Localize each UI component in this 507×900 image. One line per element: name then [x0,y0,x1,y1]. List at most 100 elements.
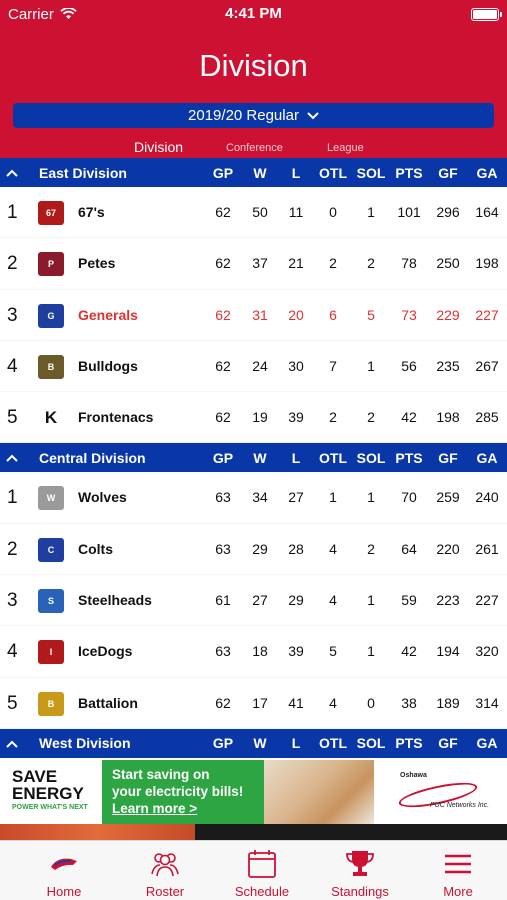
stat-ga: 164 [475,204,499,220]
team-rank: 2 [7,253,18,275]
ad-learn-more-link[interactable]: Learn more > [112,801,197,816]
tab-conference[interactable]: Conference [226,142,283,154]
team-row[interactable]: 4 B Bulldogs 62 24 30 7 1 56 235 267 [0,341,507,393]
ad-cta-line1: Start saving on [112,767,210,782]
stat-pts: 78 [401,255,417,272]
tab-schedule-label: Schedule [234,884,290,899]
stat-pts: 42 [401,643,417,660]
column-header-pts[interactable]: PTS [387,165,431,181]
team-name: Bulldogs [78,357,138,374]
division-header[interactable]: Central Division GP W L OTL SOL PTS GF GA [0,443,507,473]
team-logo-icon: P [38,252,64,277]
stat-ga: 285 [475,409,499,426]
tab-standings-label: Standings [331,884,389,899]
segment-tabs: Division Conference League [0,138,507,158]
stat-gf: 223 [436,592,460,609]
team-logo-icon: K [38,406,64,431]
stat-ga: 240 [475,489,499,506]
stat-gf: 229 [436,306,460,323]
team-row[interactable]: 2 P Petes 62 37 21 2 2 78 250 198 [0,238,507,290]
stat-pts: 56 [401,357,417,374]
team-name: Generals [78,306,138,323]
calendar-icon [248,850,276,878]
stat-gf: 259 [436,489,460,506]
tab-roster-label: Roster [145,884,185,899]
column-header-ga[interactable]: GA [465,450,507,466]
team-logo-icon: B [38,691,64,716]
team-row[interactable]: 1 W Wolves 63 34 27 1 1 70 259 240 [0,472,507,524]
stat-ga: 227 [475,592,499,609]
stat-pts: 42 [401,409,417,426]
ad-save-energy-logo: SAVE ENERGY POWER WHAT'S NEXT [0,760,102,824]
column-header-pts[interactable]: PTS [387,735,431,751]
tab-roster[interactable]: Roster [125,841,205,900]
stat-gf: 250 [436,255,460,272]
team-row[interactable]: 4 I IceDogs 63 18 39 5 1 42 194 320 [0,626,507,678]
tab-schedule[interactable]: Schedule [222,841,302,900]
tab-home-label: Home [46,884,82,899]
stat-gf: 235 [436,357,460,374]
top-bar: Carrier 4:41 PM Division 2019/20 Regular… [0,0,507,160]
division-name: West Division [39,735,131,752]
ad-brand-tagline: POWER WHAT'S NEXT [12,804,88,811]
tab-bar: Home Roster Schedule Standings More [0,840,507,900]
team-row[interactable]: 3 G Generals 62 31 20 6 5 73 229 227 [0,290,507,341]
team-rank: 4 [7,641,18,663]
stat-ga: 261 [475,540,499,557]
ad-banner[interactable]: SAVE ENERGY POWER WHAT'S NEXT Start savi… [0,760,507,840]
season-label: 2019/20 Regular [188,107,299,124]
team-name: Wolves [78,489,127,506]
team-logo-icon: 67 [38,201,64,225]
ad-brand-line1: SAVE [12,767,58,786]
team-logo-icon: W [38,486,64,511]
tab-division[interactable]: Division [134,139,183,155]
team-logo-icon: G [38,303,64,328]
team-row[interactable]: 2 C Colts 63 29 28 4 2 64 220 261 [0,524,507,576]
tab-standings[interactable]: Standings [320,841,400,900]
chevron-up-icon [6,737,18,751]
ad-sponsor-bottom: PUC Networks Inc. [430,802,490,809]
ad-sponsor-top: Oshawa [400,772,427,779]
ad-photo [264,760,374,824]
ad-cta[interactable]: Start saving on your electricity bills! … [102,760,264,824]
tab-more[interactable]: More [418,841,498,900]
stat-pts: 73 [401,306,417,323]
trophy-icon [346,851,374,876]
team-row[interactable]: 5 K Frontenacs 62 19 39 2 2 42 198 285 [0,392,507,444]
team-rank: 3 [7,304,18,326]
tab-league[interactable]: League [327,142,364,154]
chevron-down-icon [307,111,319,119]
column-header-gf[interactable]: GF [426,735,470,751]
column-header-gf[interactable]: GF [426,165,470,181]
team-name: Colts [78,540,113,557]
stat-pts: 70 [401,489,417,506]
stat-ga: 267 [475,357,499,374]
column-header-ga[interactable]: GA [465,735,507,751]
standings-list[interactable]: East Division GP W L OTL SOL PTS GF GA 1 67 67's 62 5… [0,158,507,760]
team-row[interactable]: 3 S Steelheads 61 27 29 4 1 59 223 227 [0,575,507,627]
column-header-pts[interactable]: PTS [387,450,431,466]
stat-ga: 198 [475,255,499,272]
stat-gf: 189 [436,694,460,711]
team-rank: 5 [7,692,18,714]
stat-pts: 59 [401,592,417,609]
team-logo-icon: C [38,537,64,562]
team-name: 67's [78,204,105,220]
team-rank: 4 [7,355,18,377]
generals-logo-icon [51,858,77,870]
team-rank: 1 [7,202,18,223]
division-header[interactable]: West Division GP W L OTL SOL PTS GF GA [0,728,507,758]
column-header-ga[interactable]: GA [465,165,507,181]
menu-icon [445,854,471,874]
division-header[interactable]: East Division GP W L OTL SOL PTS GF GA [0,158,507,187]
season-selector[interactable]: 2019/20 Regular [13,103,494,128]
tab-home[interactable]: Home [24,841,104,900]
team-row[interactable]: 1 67 67's 62 50 11 0 1 101 296 164 [0,187,507,239]
page-title: Division [199,48,308,83]
team-row[interactable]: 5 B Battalion 62 17 41 4 0 38 189 314 [0,678,507,729]
stat-gf: 198 [436,409,460,426]
team-rank: 1 [7,487,18,509]
stat-ga: 227 [475,306,499,323]
division-name: East Division [39,164,127,181]
column-header-gf[interactable]: GF [426,450,470,466]
